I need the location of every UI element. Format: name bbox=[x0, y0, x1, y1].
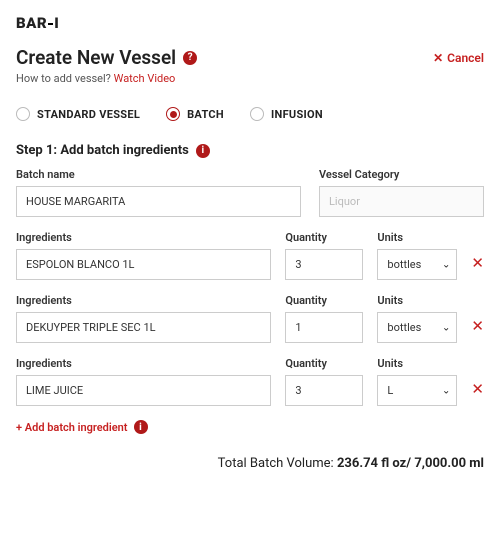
quantity-label: Quantity bbox=[285, 294, 363, 307]
units-select[interactable]: L bbox=[377, 375, 457, 406]
ingredient-input[interactable] bbox=[16, 375, 271, 406]
quantity-input[interactable] bbox=[285, 312, 363, 343]
batch-name-label: Batch name bbox=[16, 168, 301, 181]
cancel-button[interactable]: ✕ Cancel bbox=[433, 51, 484, 65]
quantity-label: Quantity bbox=[285, 231, 363, 244]
units-label: Units bbox=[377, 231, 457, 244]
subtitle: How to add vessel? Watch Video bbox=[16, 72, 484, 85]
page-title: Create New Vessel ? bbox=[16, 46, 197, 69]
watch-video-link[interactable]: Watch Video bbox=[114, 72, 176, 85]
remove-row-button[interactable]: ✕ bbox=[471, 317, 484, 343]
info-icon[interactable]: i bbox=[134, 420, 148, 434]
units-label: Units bbox=[377, 294, 457, 307]
units-label: Units bbox=[377, 357, 457, 370]
remove-row-button[interactable]: ✕ bbox=[471, 254, 484, 280]
info-icon[interactable]: i bbox=[196, 144, 210, 158]
ingredient-row: IngredientsQuantityUnitsL⌄✕ bbox=[16, 357, 484, 406]
vessel-category-input bbox=[319, 186, 484, 217]
ingredients-label: Ingredients bbox=[16, 231, 271, 244]
quantity-label: Quantity bbox=[285, 357, 363, 370]
ingredient-input[interactable] bbox=[16, 312, 271, 343]
vessel-category-label: Vessel Category bbox=[319, 168, 484, 181]
units-select[interactable]: bottles bbox=[377, 249, 457, 280]
vessel-type-radios: STANDARD VESSEL BATCH INFUSION bbox=[16, 107, 484, 121]
batch-name-input[interactable] bbox=[16, 186, 301, 217]
ingredient-row: IngredientsQuantityUnitsbottles⌄✕ bbox=[16, 231, 484, 280]
radio-infusion[interactable]: INFUSION bbox=[250, 107, 323, 121]
ingredients-label: Ingredients bbox=[16, 294, 271, 307]
add-ingredient-button[interactable]: + Add batch ingredient i bbox=[16, 420, 484, 434]
help-icon[interactable]: ? bbox=[183, 51, 197, 65]
radio-standard-vessel[interactable]: STANDARD VESSEL bbox=[16, 107, 140, 121]
units-select[interactable]: bottles bbox=[377, 312, 457, 343]
close-icon: ✕ bbox=[433, 51, 443, 65]
logo: BARI bbox=[16, 14, 484, 32]
step-heading: Step 1: Add batch ingredients i bbox=[16, 143, 484, 158]
ingredient-input[interactable] bbox=[16, 249, 271, 280]
quantity-input[interactable] bbox=[285, 249, 363, 280]
ingredients-label: Ingredients bbox=[16, 357, 271, 370]
radio-batch[interactable]: BATCH bbox=[166, 107, 224, 121]
ingredient-row: IngredientsQuantityUnitsbottles⌄✕ bbox=[16, 294, 484, 343]
quantity-input[interactable] bbox=[285, 375, 363, 406]
total-volume: Total Batch Volume: 236.74 fl oz/ 7,000.… bbox=[16, 456, 484, 471]
remove-row-button[interactable]: ✕ bbox=[471, 380, 484, 406]
